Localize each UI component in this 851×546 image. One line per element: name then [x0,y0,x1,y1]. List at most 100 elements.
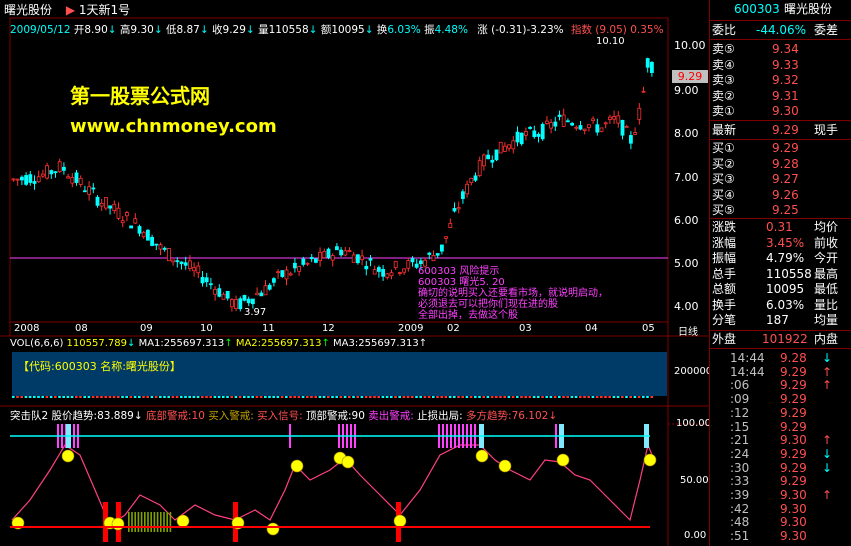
ohlc-date: 2009/05/12 [10,24,71,36]
candle-body [238,298,243,310]
candle-body [561,114,566,127]
buy-signal-bar [160,512,162,532]
candle-body [477,160,482,176]
candle-body [70,177,75,184]
candle-body [486,154,491,160]
stat-value: 0.31 [766,220,793,234]
candle-body [246,298,251,304]
candle-body [175,260,180,263]
tick-time: :51 [730,529,750,544]
candle-body [549,122,553,129]
index-change: 指数 (9.05) 0.35% [570,24,664,36]
buy-signal-bar [163,512,165,532]
candle-body [645,58,650,68]
ask-row: 卖② 9.31 [710,89,851,104]
candle-body [498,141,503,154]
candle-body [95,196,100,206]
volume-code-banner: 【代码:600303 名称:曙光股份】 [18,360,181,373]
candle-body [49,170,54,175]
indicator-top-warn: 顶部警戒:90 [306,410,365,422]
candle-body [355,254,360,264]
stat-value: 4.79% [766,251,805,265]
stat-value: 6.03% [766,297,805,312]
buy-signal-bar [144,512,146,532]
candle-body [137,226,142,234]
ask-price: 9.33 [772,57,799,72]
candle-body [591,118,595,122]
candle-body [309,257,314,260]
current-price-tag: 9.29 [672,70,708,83]
bid-price: 9.25 [772,203,799,217]
candle-body [406,260,411,269]
vol-value: 110557.789 [66,338,127,349]
candle-body [183,262,188,266]
candle-body [116,207,121,219]
buy-signal-bar [137,512,140,532]
candle-body [41,173,45,177]
indicator-name[interactable]: 突击队2 [10,410,48,422]
date-tick: 05 [642,323,655,334]
candle-body [162,247,167,250]
candle-body [507,144,512,149]
candle-body [393,260,398,269]
stat-row: 涨幅 3.45% 前收 [710,236,851,251]
candle-body [267,284,272,290]
candle-body [351,254,356,263]
stat-label-2: 均量 [814,313,839,327]
candle-body [28,174,33,183]
candle-body [339,249,344,256]
candle-body [62,166,66,171]
stat-label: 换手 [712,297,737,312]
date-tick: 11 [262,323,275,334]
watermark-url: www.chnmoney.com [70,116,277,137]
candle-body [511,140,516,150]
chart-area[interactable]: 曙光股份 ▶ 1天新1号 2009/05/12 开8.90↓ 高9.30↓ 低8… [0,0,712,546]
chart-annotation: 600303 风险提示 600303 曙光5. 20 确切的说明买入还要看市场，… [418,266,608,321]
candle-body [528,126,532,129]
stat-value: 187 [766,313,789,327]
ohlc-volume: 110558 [268,24,309,36]
latest-price: 9.29 [772,123,799,137]
date-tick: 2009 [398,323,424,334]
high-marker: 10.10 [596,36,625,47]
candle-body [620,119,625,136]
candle-body [376,267,381,272]
candle-body [318,251,323,262]
candle-body [263,285,268,296]
indicator-trend: 83.889 [97,410,134,422]
candle-body [154,243,159,246]
stat-row: 总手 110558 最高 [710,267,851,282]
candle-body [570,122,574,126]
watermark-title: 第一股票公式网 [70,84,210,108]
candle-body [129,225,134,229]
date-tick: 03 [519,323,532,334]
candle-body [578,125,583,130]
candle-body [532,130,537,138]
candle-body [171,259,176,263]
candle-body [582,128,587,131]
candle-body [11,178,16,181]
candle-body [179,261,184,265]
stat-value: 3.45% [766,235,805,250]
candle-body [587,124,591,128]
smiley-icon [266,522,280,536]
candle-body [599,127,604,132]
date-axis-unit[interactable]: 日线 [678,323,698,338]
candle-body [36,176,41,183]
date-tick: 12 [322,323,335,334]
price-tick-6: 6.00 [674,214,699,227]
indicator-bottom-warn: 底部警戒:10 [145,410,205,422]
ask-label: 卖② [712,88,735,103]
period-label[interactable]: 1天新1号 [79,3,130,17]
date-tick: 02 [447,323,460,334]
candle-body [301,258,306,265]
stat-label: 分笔 [712,313,737,327]
ask-label: 卖⑤ [712,42,735,56]
candle-body [200,276,205,284]
date-tick: 09 [140,323,153,334]
period-arrow-icon[interactable]: ▶ [66,3,75,17]
ohlc-turnover: 6.03% [387,24,421,36]
date-tick: 10 [200,323,213,334]
candle-body [87,186,91,195]
bid-label: 买③ [712,172,735,186]
